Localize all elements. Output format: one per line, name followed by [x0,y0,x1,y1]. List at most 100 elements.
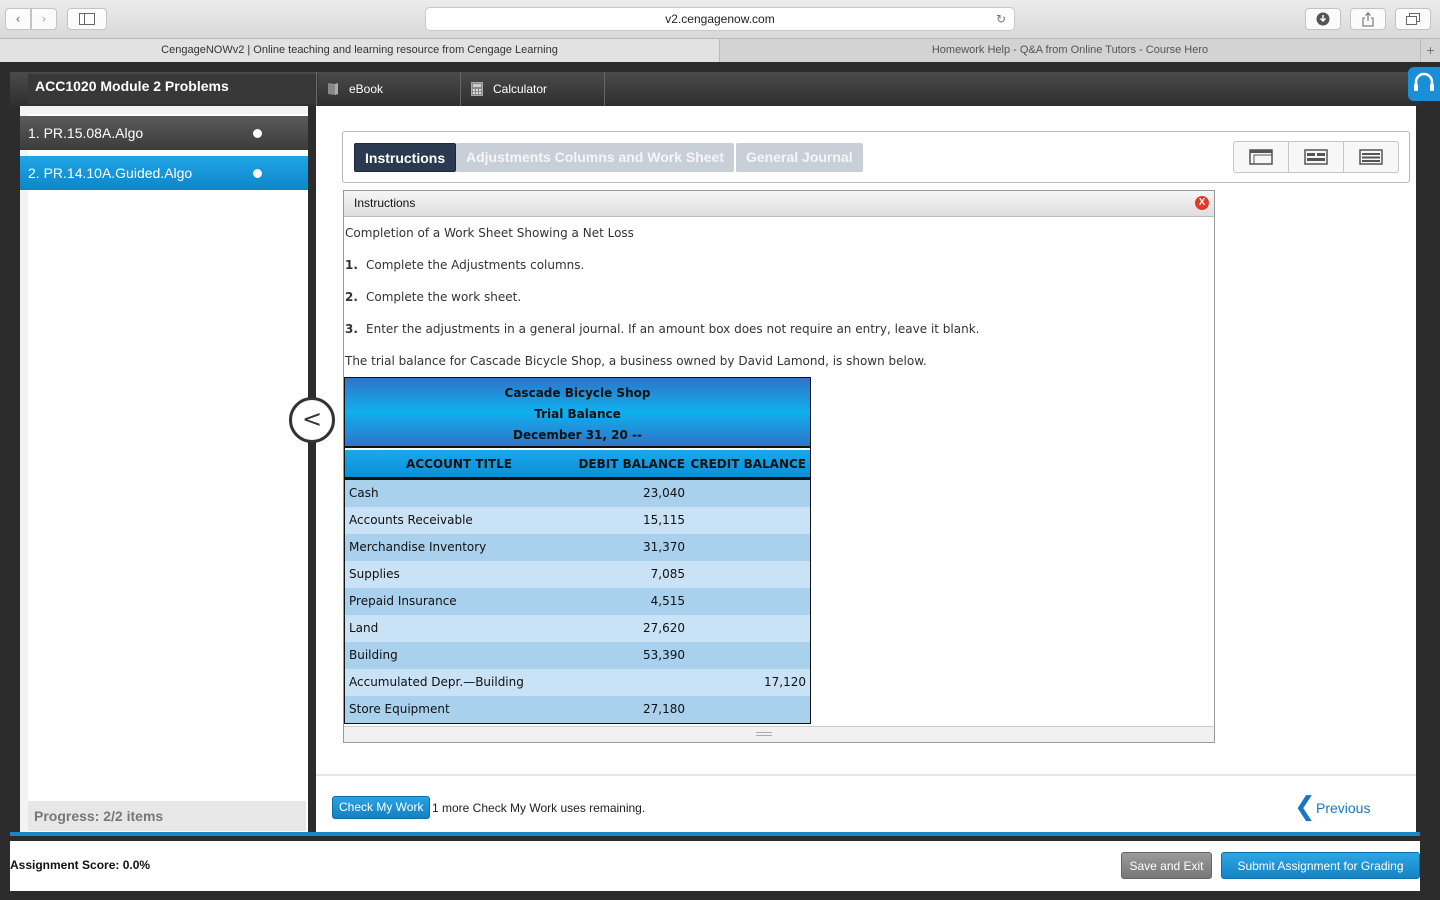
table-row: Building 53,390 [345,642,810,669]
divider [10,832,1420,836]
calculator-button[interactable]: Calculator [460,72,605,106]
table-row: Land 27,620 [345,615,810,642]
forward-button[interactable]: › [31,8,57,30]
credit-cell [685,615,810,642]
module-title: ACC1020 Module 2 Problems [28,74,318,104]
account-cell: Prepaid Insurance [349,594,457,608]
problem-list-panel: 1. PR.15.08A.Algo 2. PR.14.10A.Guided.Al… [20,106,308,832]
sidebar-icon [79,13,95,25]
trial-balance-heading: Cascade Bicycle Shop Trial Balance Decem… [345,378,810,448]
credit-cell [685,642,810,669]
table-row: Cash 23,040 [345,480,810,507]
layout-stacked-button[interactable] [1344,142,1398,172]
table-row: Store Equipment 27,180 [345,696,810,723]
layout-split-button[interactable] [1289,142,1344,172]
problem-item-1[interactable]: 1. PR.15.08A.Algo [20,116,308,150]
instructions-panel[interactable]: Instructions X Completion of a Work Shee… [343,190,1215,743]
close-icon[interactable]: X [1195,196,1209,210]
account-cell: Building [349,648,398,662]
calculator-icon [471,82,483,96]
app-header: ACC1020 Module 2 Problems eBook Calculat… [10,72,1420,106]
sidebar-toggle-button[interactable] [67,8,107,30]
reload-icon[interactable]: ↻ [996,8,1006,30]
credit-cell [685,696,810,723]
browser-chrome: ‹ › v2.cengagenow.com ↻ CengageNOWv2 | O… [0,0,1440,62]
instructions-header: Instructions X [344,191,1214,217]
account-cell: Cash [349,486,379,500]
problem-label: 1. PR.15.08A.Algo [28,125,144,141]
tab-general-journal[interactable]: General Journal [736,143,863,172]
panel-resize-handle[interactable] [344,726,1214,742]
account-cell: Accounts Receivable [349,513,473,527]
problem-item-2[interactable]: 2. PR.14.10A.Guided.Algo [20,156,308,190]
action-bar: Check My Work 1 more Check My Work uses … [316,774,1416,832]
main-panel: Instructions Adjustments Columns and Wor… [316,106,1416,774]
new-tab-button[interactable]: + [1420,39,1440,62]
step-1: 1. Complete the Adjustments columns. [345,249,1214,281]
step-3: 3. Enter the adjustments in a general jou… [345,313,1214,345]
browser-tab-cengage[interactable]: CengageNOWv2 | Online teaching and learn… [0,39,720,62]
plus-icon: + [1426,42,1435,58]
show-tabs-button[interactable] [1395,8,1431,30]
headset-support-icon[interactable] [1408,67,1440,101]
share-button[interactable] [1350,8,1386,30]
chevron-left-icon: ❮ [1294,792,1316,822]
problem-title: Completion of a Work Sheet Showing a Net… [345,226,634,240]
browser-toolbar: ‹ › v2.cengagenow.com ↻ [0,0,1440,38]
address-bar[interactable]: v2.cengagenow.com ↻ [425,7,1015,31]
debit-cell: 23,040 [643,486,685,500]
debit-cell: 7,085 [650,567,685,581]
step-text: Complete the Adjustments columns. [366,258,585,272]
window-layout-icon [1249,149,1273,165]
column-header: CREDIT BALANCE [690,457,806,471]
debit-cell: 27,620 [643,621,685,635]
debit-cell: 4,515 [650,594,685,608]
debit-cell: 15,115 [643,513,685,527]
collapse-sidebar-button[interactable]: < [289,397,335,443]
status-dot-icon [253,129,262,138]
submit-assignment-button[interactable]: Submit Assignment for Grading [1221,852,1420,879]
table-header-row: ACCOUNT TITLE DEBIT BALANCE CREDIT BALAN… [345,450,810,480]
check-my-work-button[interactable]: Check My Work [332,796,431,819]
step-text: Complete the work sheet. [366,290,522,304]
debit-cell: 53,390 [643,648,685,662]
tab-adjustments-work-sheet[interactable]: Adjustments Columns and Work Sheet [456,143,734,172]
intro-text: The trial balance for Cascade Bicycle Sh… [345,354,927,368]
table-row: Prepaid Insurance 4,515 [345,588,810,615]
company-name: Cascade Bicycle Shop [504,386,651,400]
back-button[interactable]: ‹ [5,8,31,30]
step-number: 3. [345,322,358,336]
column-header: DEBIT BALANCE [578,457,685,471]
credit-cell [685,480,810,507]
table-row: Merchandise Inventory 31,370 [345,534,810,561]
step-text: Enter the adjustments in a general journ… [366,322,980,336]
instructions-header-label: Instructions [354,196,416,210]
browser-tab-strip: CengageNOWv2 | Online teaching and learn… [0,38,1440,62]
browser-tab-coursehero[interactable]: Homework Help - Q&A from Online Tutors -… [720,39,1420,62]
problem-list [28,114,308,832]
assignment-footer: Assignment Score: 0.0% Save and Exit Sub… [10,841,1420,891]
ebook-label: eBook [349,82,384,96]
stacked-layout-icon [1359,149,1383,165]
previous-button[interactable]: ❮ Previous [1294,794,1370,822]
debit-cell [573,669,685,696]
account-cell: Land [349,621,379,635]
ebook-button[interactable]: eBook [316,72,461,106]
tab-instructions[interactable]: Instructions [354,143,457,172]
table-row: Accounts Receivable 15,115 [345,507,810,534]
credit-cell [685,534,810,561]
layout-overlay-button[interactable] [1234,142,1289,172]
download-icon [1316,12,1330,26]
split-layout-icon [1304,149,1328,165]
save-and-exit-button[interactable]: Save and Exit [1121,852,1212,879]
step-number: 2. [345,290,358,304]
app-area: ACC1020 Module 2 Problems eBook Calculat… [0,62,1440,900]
table-row: Accumulated Depr.—Building 17,120 [345,669,810,696]
step-number: 1. [345,258,358,272]
downloads-button[interactable] [1305,8,1341,30]
trial-balance-table: Cascade Bicycle Shop Trial Balance Decem… [344,377,811,724]
tabs-icon [1406,13,1420,25]
layout-toggle-group [1233,141,1399,173]
table-row: Supplies 7,085 [345,561,810,588]
question-tabbar: Instructions Adjustments Columns and Wor… [342,131,1410,183]
